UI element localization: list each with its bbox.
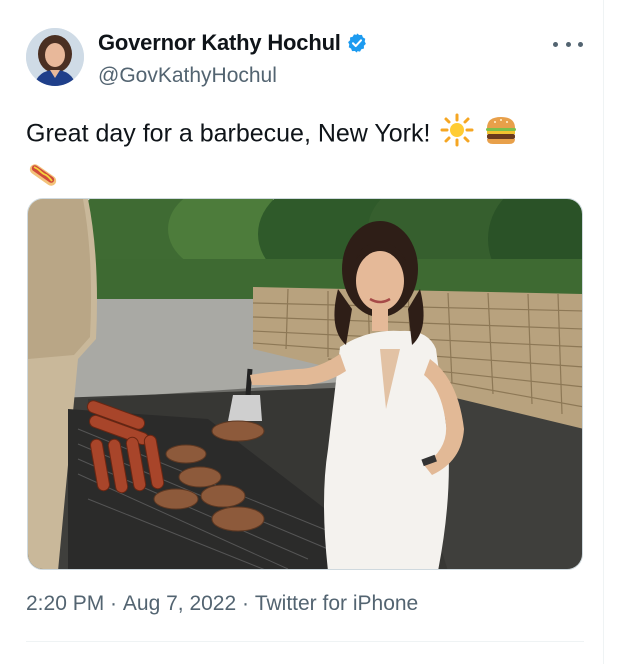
tweet-date[interactable]: Aug 7, 2022 [123, 592, 236, 616]
tweet-photo[interactable] [27, 198, 583, 570]
dot [565, 41, 571, 47]
dot [553, 41, 558, 47]
avatar[interactable] [26, 28, 84, 86]
tweet-body: Great day for a barbecue, New York! [26, 119, 431, 148]
sun-emoji [440, 113, 474, 157]
author-name-row[interactable]: Governor Kathy Hochul [98, 30, 368, 56]
display-name[interactable]: Governor Kathy Hochul [98, 30, 341, 56]
author-handle[interactable]: @GovKathyHochul [98, 64, 277, 88]
divider [26, 641, 584, 642]
hotdog-emoji [26, 157, 60, 201]
verified-badge-icon [346, 32, 368, 54]
tweet-text: Great day for a barbecue, New York! [26, 113, 586, 201]
meta-separator: · [104, 592, 123, 615]
card-border [603, 0, 604, 664]
dot [578, 41, 583, 47]
tweet-source[interactable]: Twitter for iPhone [255, 592, 418, 616]
hamburger-emoji [484, 113, 518, 157]
meta-separator: · [236, 592, 255, 615]
tweet-meta: 2:20 PM · Aug 7, 2022 · Twitter for iPho… [26, 592, 418, 616]
tweet-time[interactable]: 2:20 PM [26, 592, 104, 616]
more-dots-icon[interactable] [553, 34, 583, 54]
